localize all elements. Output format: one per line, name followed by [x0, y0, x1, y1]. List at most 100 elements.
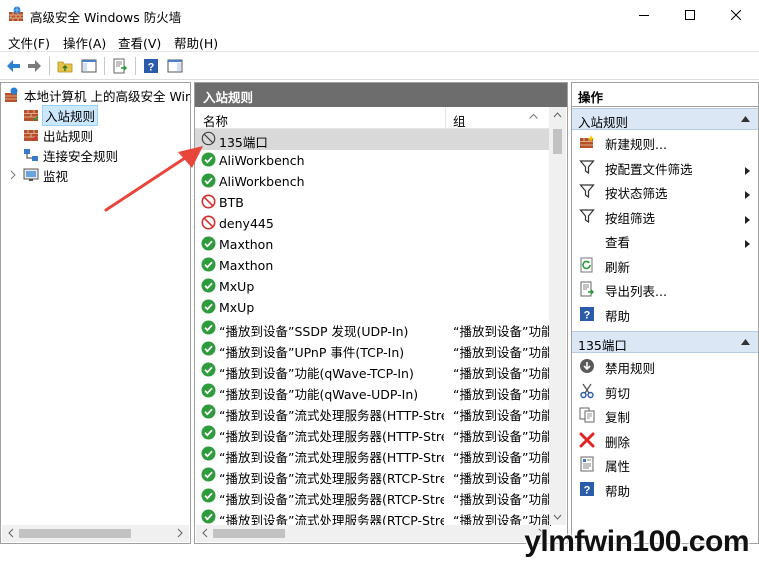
- action-item[interactable]: 属性: [572, 452, 758, 476]
- action-item[interactable]: 查看: [572, 228, 758, 252]
- sort-ascending-icon: [529, 113, 538, 119]
- rule-row[interactable]: “播放到设备”功能(qWave-TCP-In) “播放到设备”功能: [195, 360, 551, 381]
- rule-row[interactable]: “播放到设备”流式处理服务器(HTTP-Streaming-In) “播放到设备”…: [195, 402, 551, 423]
- forward-button[interactable]: [24, 56, 44, 76]
- horizontal-scrollbar[interactable]: [196, 525, 550, 542]
- rule-row[interactable]: MxUp: [195, 276, 551, 297]
- copy-icon: [579, 407, 595, 423]
- rule-name: AliWorkbench: [219, 153, 305, 168]
- action-item[interactable]: 剪切: [572, 379, 758, 403]
- maximize-button[interactable]: [667, 0, 713, 30]
- actions-section-inbound-rules[interactable]: 入站规则: [572, 108, 758, 130]
- allowed-rule-icon: [201, 299, 216, 314]
- vertical-scrollbar[interactable]: [549, 107, 566, 525]
- tree-root[interactable]: 本地计算机 上的高级安全 Windows 防火墙: [4, 85, 190, 105]
- rule-row[interactable]: AliWorkbench: [195, 150, 551, 171]
- rule-row[interactable]: “播放到设备”流式处理服务器(HTTP-Streaming-In) “播放到设备”…: [195, 444, 551, 465]
- action-item[interactable]: 复制: [572, 403, 758, 427]
- rule-row[interactable]: “播放到设备”SSDP 发现(UDP-In) “播放到设备”功能: [195, 318, 551, 339]
- action-item[interactable]: 删除: [572, 428, 758, 452]
- column-divider[interactable]: [445, 107, 446, 129]
- menu-view[interactable]: 查看(V): [118, 33, 161, 52]
- action-item[interactable]: 按状态筛选: [572, 179, 758, 203]
- rule-row[interactable]: 135端口: [195, 129, 551, 150]
- help-button[interactable]: ?: [141, 56, 161, 76]
- scrollbar-thumb[interactable]: [19, 529, 131, 538]
- tree-item-monitor[interactable]: 监视: [23, 165, 68, 185]
- collapse-up-icon[interactable]: [741, 339, 750, 345]
- column-header-group[interactable]: 组: [453, 111, 466, 130]
- rule-group: “播放到设备”功能: [453, 492, 551, 507]
- rule-row[interactable]: “播放到设备”流式处理服务器(HTTP-Streaming-In) “播放到设备”…: [195, 423, 551, 444]
- rule-name: “播放到设备”功能(qWave-UDP-In): [219, 387, 419, 402]
- action-item[interactable]: 按组筛选: [572, 204, 758, 228]
- action-item[interactable]: ? 帮助: [572, 302, 758, 326]
- allowed-rule-icon: [201, 341, 216, 356]
- inbound-rules-icon: [24, 110, 39, 121]
- scroll-right-icon[interactable]: [175, 528, 185, 538]
- action-label: 新建规则...: [605, 137, 667, 152]
- rule-row[interactable]: Maxthon: [195, 234, 551, 255]
- rule-row[interactable]: deny445: [195, 213, 551, 234]
- horizontal-scrollbar[interactable]: [2, 525, 189, 542]
- watermark-text: ylmfwin100.com: [524, 525, 749, 558]
- minimize-icon: [639, 15, 649, 16]
- tree-root-label: 本地计算机 上的高级安全 Windows 防火墙: [24, 88, 190, 104]
- allowed-rule-icon: [201, 404, 216, 419]
- scroll-up-icon[interactable]: [553, 111, 562, 119]
- tree-item-inbound-rules[interactable]: 入站规则: [23, 104, 99, 126]
- action-item[interactable]: 导出列表...: [572, 277, 758, 301]
- action-item[interactable]: 按配置文件筛选: [572, 155, 758, 179]
- filter-icon: [579, 208, 595, 224]
- action-label: 复制: [605, 410, 631, 425]
- rule-row[interactable]: “播放到设备”功能(qWave-UDP-In) “播放到设备”功能: [195, 381, 551, 402]
- rule-row[interactable]: “播放到设备”流式处理服务器(RTCP-Streaming-In) “播放到设备”…: [195, 465, 551, 486]
- rules-list-pane: 入站规则 名称 组 135端口 AliWorkbench AliWorkbench B…: [194, 82, 568, 544]
- minimize-button[interactable]: [621, 0, 667, 30]
- action-label: 刷新: [605, 259, 631, 275]
- rule-name: “播放到设备”流式处理服务器(HTTP-Streaming-In): [219, 429, 444, 444]
- rule-row[interactable]: BTB: [195, 192, 551, 213]
- allowed-rule-icon: [201, 425, 216, 440]
- menu-action[interactable]: 操作(A): [63, 33, 106, 52]
- disable-rule-icon: [579, 358, 595, 374]
- cut-icon: [579, 383, 595, 399]
- scrollbar-thumb[interactable]: [213, 529, 285, 538]
- up-folder-button[interactable]: [55, 56, 75, 76]
- rule-name: “播放到设备”流式处理服务器(RTCP-Streaming-In): [219, 492, 444, 507]
- scroll-left-icon[interactable]: [6, 528, 16, 538]
- show-hide-action-pane-button[interactable]: [165, 56, 185, 76]
- column-header-name[interactable]: 名称: [203, 111, 228, 130]
- action-item[interactable]: 新建规则...: [572, 130, 758, 154]
- scroll-down-icon[interactable]: [553, 513, 562, 521]
- tree-item-outbound-rules[interactable]: 出站规则: [23, 125, 93, 145]
- scrollbar-thumb[interactable]: [553, 129, 562, 154]
- export-list-button[interactable]: [110, 56, 130, 76]
- toolbar-separator: [49, 57, 50, 75]
- action-label: 禁用规则: [605, 361, 656, 376]
- close-button[interactable]: [713, 0, 759, 30]
- rule-row[interactable]: “播放到设备”UPnP 事件(TCP-In) “播放到设备”功能: [195, 339, 551, 360]
- actions-section-selected-rule[interactable]: 135端口: [572, 331, 758, 353]
- submenu-arrow-icon: [745, 187, 750, 199]
- show-hide-tree-button[interactable]: [79, 56, 99, 76]
- rule-group: “播放到设备”功能: [453, 324, 551, 339]
- scroll-left-icon[interactable]: [200, 528, 210, 538]
- action-item[interactable]: ? 帮助: [572, 477, 758, 501]
- rule-row[interactable]: “播放到设备”流式处理服务器(RTCP-Streaming-In) “播放到设备”…: [195, 486, 551, 507]
- allowed-rule-icon: [201, 320, 216, 335]
- action-item[interactable]: 刷新: [572, 253, 758, 277]
- menu-help[interactable]: 帮助(H): [174, 33, 218, 52]
- svg-text:?: ?: [584, 484, 591, 496]
- menu-file[interactable]: 文件(F): [8, 33, 50, 52]
- action-item[interactable]: 禁用规则: [572, 354, 758, 378]
- back-button[interactable]: [4, 56, 24, 76]
- rules-pane-header: 入站规则: [195, 83, 567, 107]
- rule-row[interactable]: MxUp: [195, 297, 551, 318]
- collapse-up-icon[interactable]: [741, 116, 750, 122]
- expand-chevron-icon[interactable]: [8, 170, 18, 180]
- section-title: 135端口: [578, 338, 627, 353]
- rule-row[interactable]: Maxthon: [195, 255, 551, 276]
- rule-row[interactable]: AliWorkbench: [195, 171, 551, 192]
- allowed-rule-icon: [201, 278, 216, 293]
